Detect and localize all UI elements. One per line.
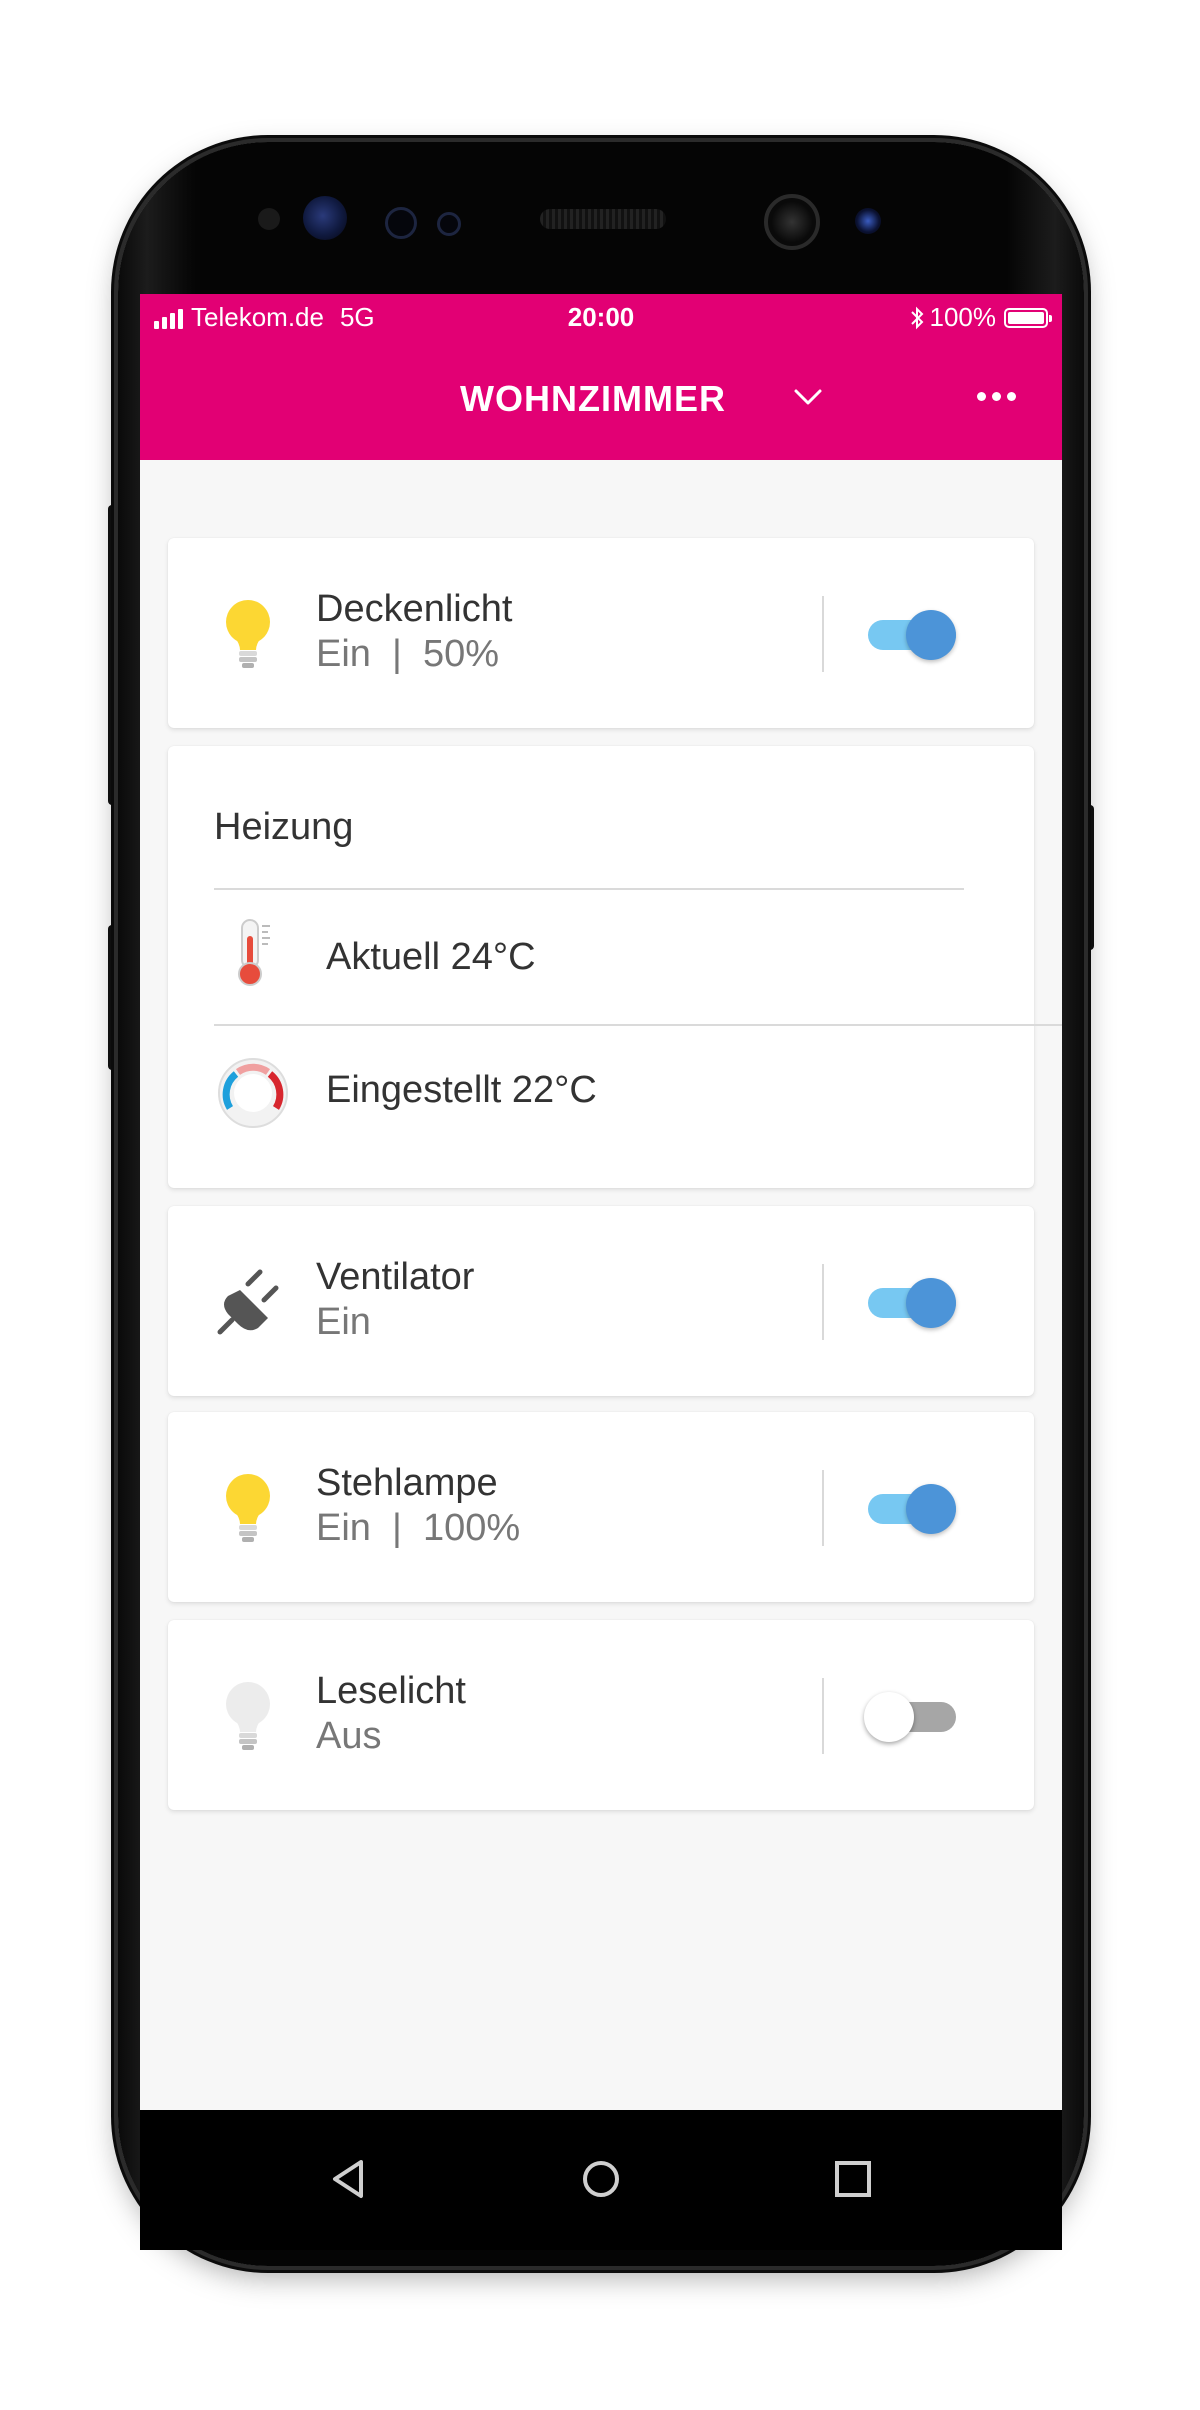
device-card-deckenlicht[interactable]: Deckenlicht Ein | 50% bbox=[168, 538, 1034, 728]
thermostat-dial-icon[interactable] bbox=[216, 1056, 290, 1130]
plug-icon bbox=[217, 1269, 279, 1335]
thermometer-icon bbox=[238, 919, 270, 986]
iris-scanner-icon bbox=[303, 196, 347, 240]
device-card-ventilator[interactable]: Ventilator Ein bbox=[168, 1206, 1034, 1396]
device-state: Ein bbox=[316, 1301, 371, 1343]
iris-led-icon bbox=[855, 208, 881, 234]
device-state: Aus bbox=[316, 1715, 382, 1757]
status-bar: Telekom.de 5G 20:00 100% bbox=[140, 294, 1062, 340]
app-header: WOHNZIMMER bbox=[140, 340, 1062, 460]
device-card-leselicht[interactable]: Leselicht Aus bbox=[168, 1620, 1034, 1810]
front-camera-icon bbox=[764, 194, 820, 250]
divider bbox=[822, 1470, 824, 1546]
heating-target: Eingestellt 22°C bbox=[326, 1069, 597, 1111]
earpiece-speaker bbox=[540, 209, 666, 229]
battery-icon bbox=[1004, 307, 1052, 328]
device-state: Ein | 50% bbox=[316, 633, 500, 675]
divider bbox=[214, 1024, 1062, 1026]
lightbulb-on-icon bbox=[226, 600, 270, 668]
divider bbox=[822, 1264, 824, 1340]
lightbulb-on-icon bbox=[226, 1474, 270, 1542]
bluetooth-icon bbox=[910, 306, 923, 329]
device-name: Leselicht bbox=[316, 1670, 466, 1712]
ventilator-toggle[interactable] bbox=[864, 1275, 960, 1329]
deckenlicht-toggle[interactable] bbox=[864, 607, 960, 661]
proximity-sensor-icon bbox=[385, 207, 417, 239]
divider bbox=[822, 1678, 824, 1754]
app-screen: Telekom.de 5G 20:00 100% WOHNZIMMER Deck… bbox=[140, 294, 1062, 2110]
battery-percentage: 100% bbox=[929, 302, 997, 332]
back-triangle-icon[interactable] bbox=[324, 2154, 374, 2204]
navigation-bar bbox=[140, 2110, 1062, 2250]
device-name: Ventilator bbox=[316, 1256, 475, 1298]
device-name: Deckenlicht bbox=[316, 588, 513, 630]
device-card-stehlampe[interactable]: Stehlampe Ein | 100% bbox=[168, 1412, 1034, 1602]
device-name: Stehlampe bbox=[316, 1462, 498, 1504]
room-title[interactable]: WOHNZIMMER bbox=[140, 378, 1046, 420]
more-horizontal-icon[interactable] bbox=[966, 374, 1026, 418]
heating-title: Heizung bbox=[214, 806, 354, 848]
stehlampe-toggle[interactable] bbox=[864, 1481, 960, 1535]
lightbulb-off-icon bbox=[226, 1682, 270, 1750]
divider bbox=[214, 888, 964, 890]
chevron-down-icon[interactable] bbox=[788, 382, 828, 412]
recents-square-icon[interactable] bbox=[828, 2154, 878, 2204]
divider bbox=[822, 596, 824, 672]
leselicht-toggle[interactable] bbox=[864, 1689, 960, 1743]
light-sensor-icon bbox=[437, 212, 461, 236]
sensor-icon bbox=[258, 208, 280, 230]
home-circle-icon[interactable] bbox=[576, 2154, 626, 2204]
device-state: Ein | 100% bbox=[316, 1507, 521, 1549]
heating-card: Heizung Aktuell 24°C Eingestellt 22°C bbox=[168, 746, 1062, 1188]
heating-current: Aktuell 24°C bbox=[326, 936, 536, 978]
